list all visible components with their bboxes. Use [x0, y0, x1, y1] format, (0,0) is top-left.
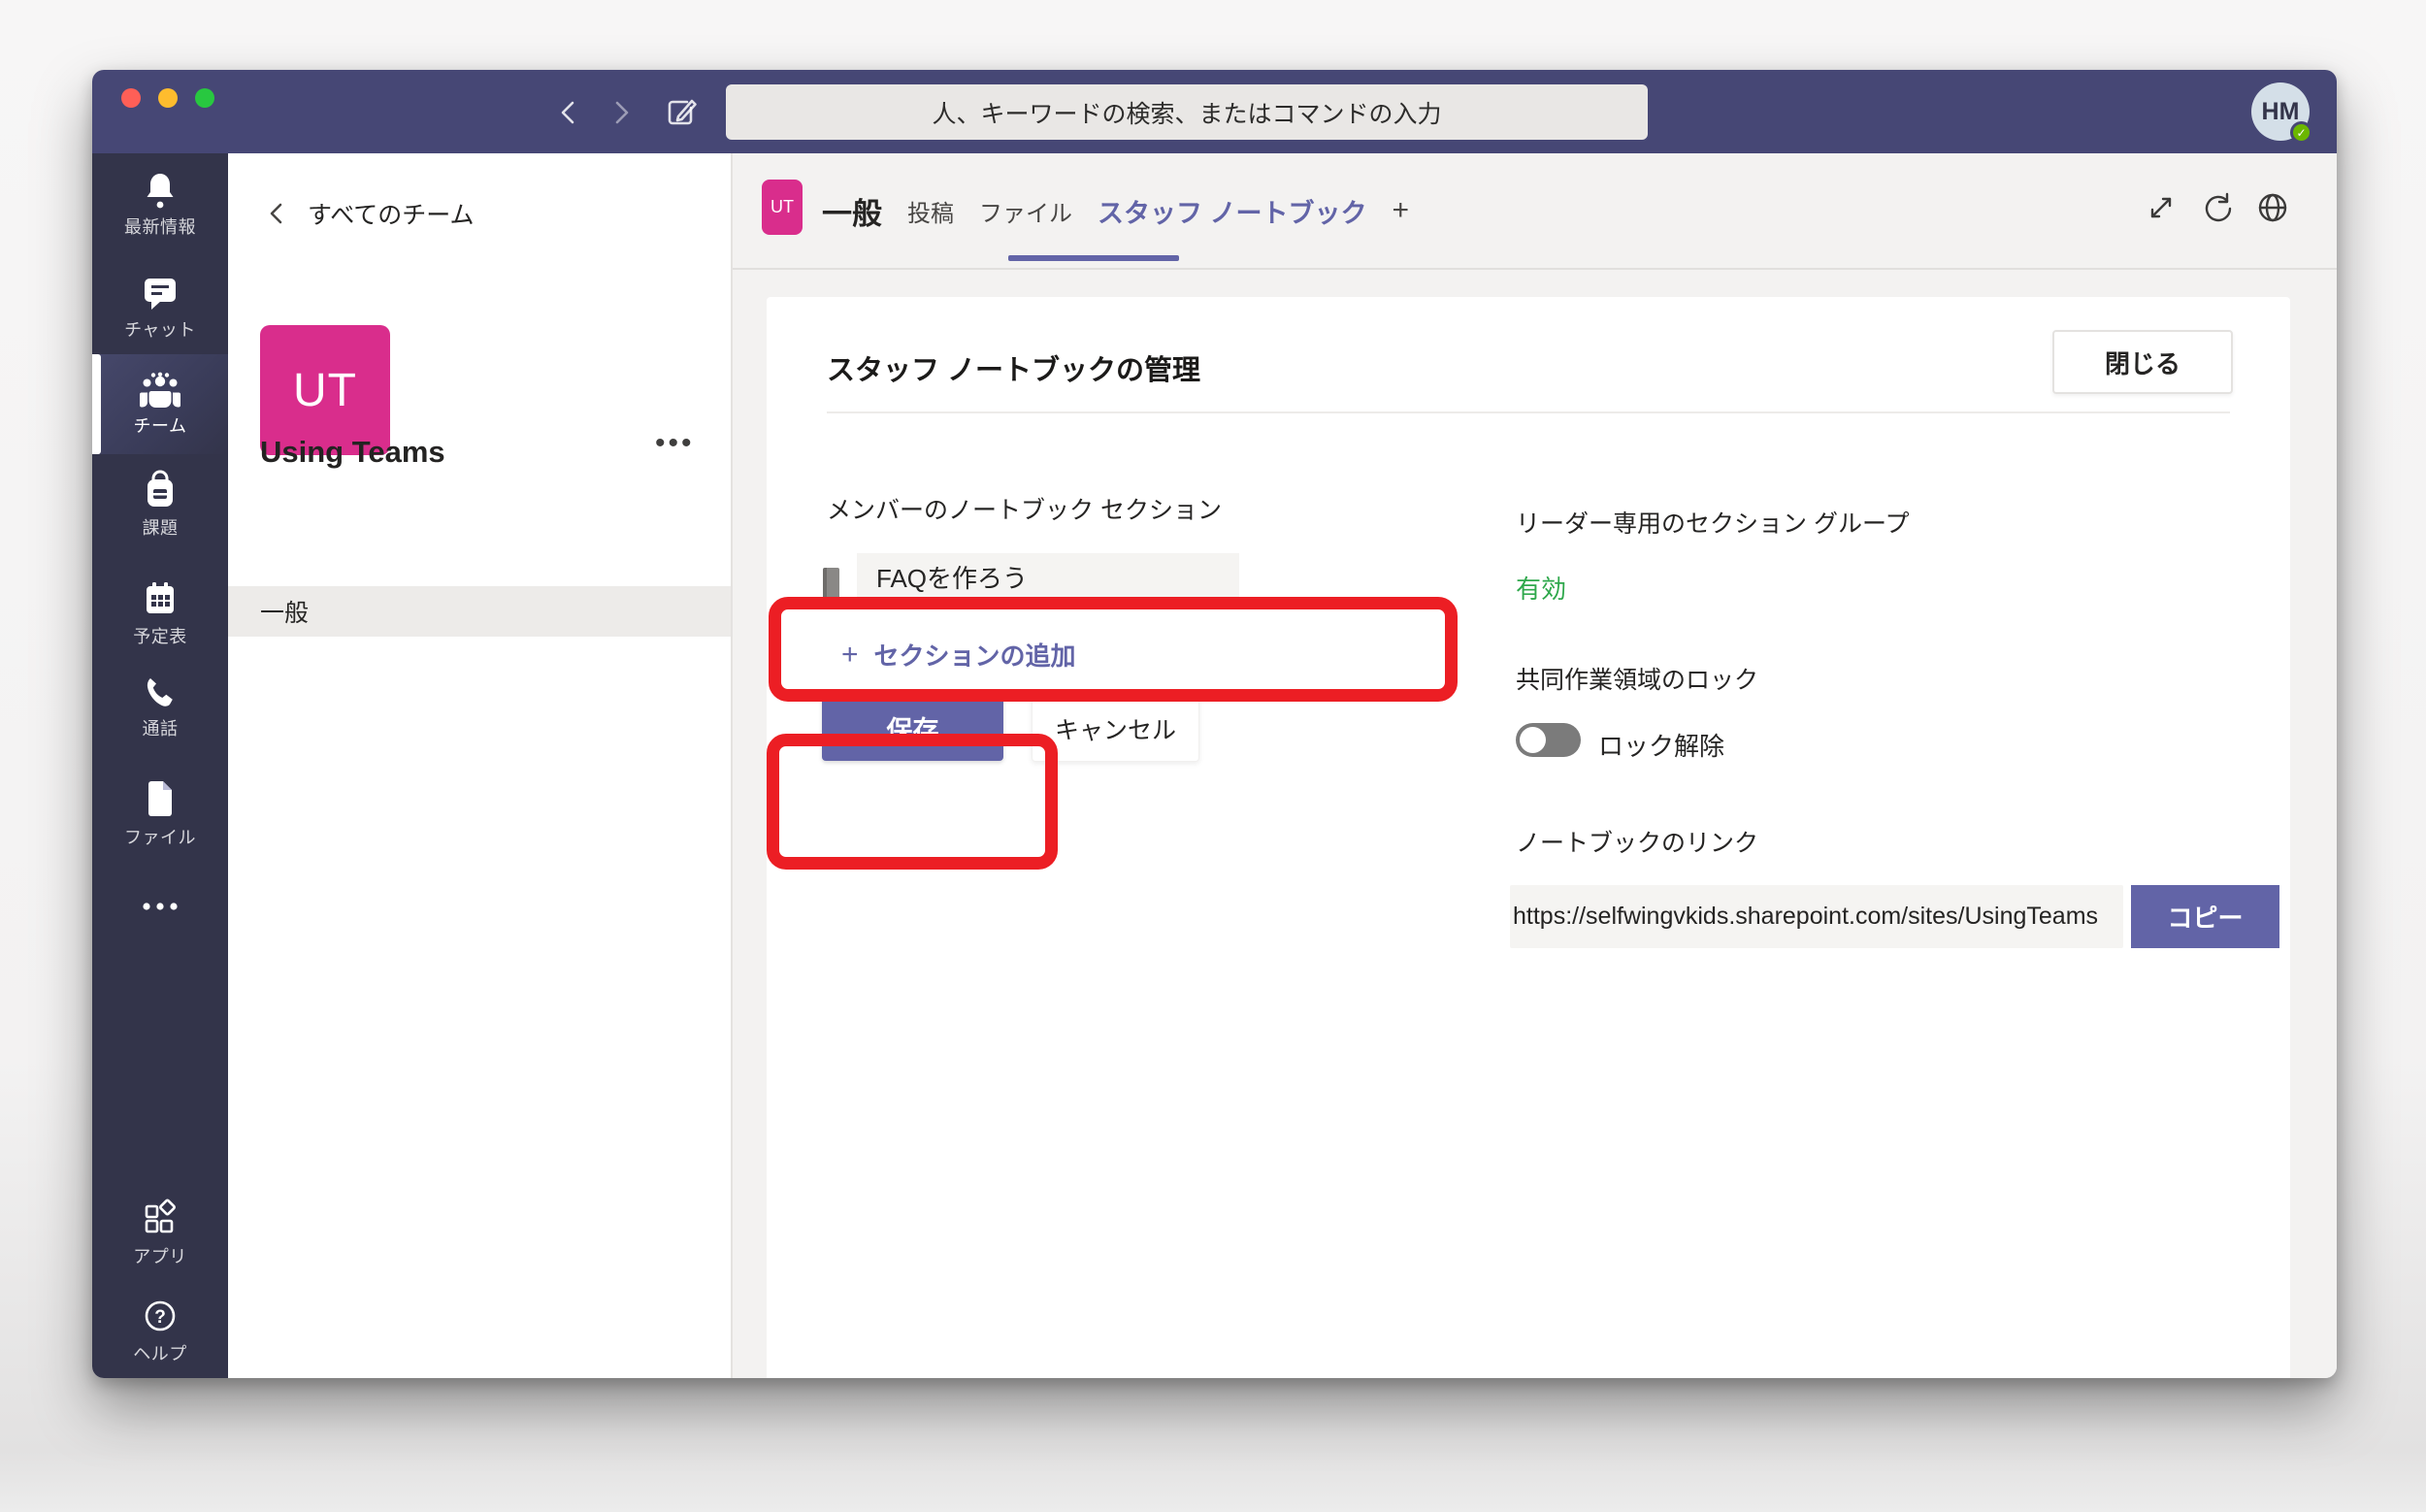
open-in-browser-button[interactable] — [2253, 188, 2292, 227]
add-section-link[interactable]: + セクションの追加 — [841, 637, 1076, 673]
rail-item-calendar[interactable]: 予定表 — [92, 578, 228, 648]
cancel-button[interactable]: キャンセル — [1032, 696, 1199, 762]
expand-tab-button[interactable] — [2142, 188, 2180, 227]
close-button[interactable]: 閉じる — [2052, 330, 2233, 394]
bell-icon — [141, 169, 180, 210]
rail-item-teams[interactable]: チーム — [92, 354, 228, 454]
expand-icon — [2146, 192, 2177, 223]
compose-icon — [662, 93, 701, 132]
channel-sidebar: すべてのチーム UT Using Teams ••• 一般 — [228, 153, 733, 1378]
new-chat-button[interactable] — [661, 92, 702, 133]
rail-item-help[interactable]: ? ヘルプ — [92, 1296, 228, 1365]
tab-files[interactable]: ファイル — [979, 194, 1072, 228]
active-indicator — [92, 354, 101, 454]
leader-sections-label: リーダー専用のセクション グループ — [1516, 505, 1909, 540]
channel-item-general[interactable]: 一般 — [228, 586, 731, 637]
add-tab-button[interactable]: + — [1393, 194, 1410, 227]
title-bar: 人、キーワードの検索、またはコマンドの入力 HM ✓ — [92, 70, 2337, 153]
macos-zoom-button[interactable] — [195, 88, 214, 108]
user-avatar[interactable]: HM ✓ — [2251, 82, 2310, 141]
macos-close-button[interactable] — [121, 88, 141, 108]
rail-item-more[interactable] — [92, 899, 228, 914]
refresh-icon — [2201, 191, 2234, 224]
chevron-right-icon — [608, 98, 634, 127]
notebook-link-label: ノートブックのリンク — [1516, 824, 1758, 859]
phone-icon — [141, 673, 180, 711]
toggle-knob — [1520, 727, 1546, 753]
notebook-section-icon — [823, 568, 839, 600]
channel-badge: UT — [762, 180, 803, 235]
member-sections-label: メンバーのノートブック セクション — [827, 491, 1222, 526]
app-rail: 最新情報 チャット チーム — [92, 153, 228, 1378]
team-more-options-icon[interactable]: ••• — [655, 427, 695, 460]
all-teams-label: すべてのチーム — [308, 196, 475, 231]
chevron-left-icon — [267, 201, 286, 226]
backpack-icon — [141, 470, 180, 510]
rail-item-calls[interactable]: 通話 — [92, 673, 228, 740]
help-icon: ? — [140, 1296, 180, 1336]
lock-toggle-label: ロック解除 — [1598, 727, 1724, 763]
team-name: Using Teams — [260, 435, 445, 470]
rail-item-files[interactable]: ファイル — [92, 777, 228, 849]
tab-channel-name[interactable]: 一般 — [822, 189, 882, 233]
refresh-tab-button[interactable] — [2198, 188, 2237, 227]
calendar-icon — [141, 578, 180, 619]
search-input[interactable]: 人、キーワードの検索、またはコマンドの入力 — [726, 84, 1648, 140]
main-area: UT 一般 投稿 ファイル スタッフ ノートブック + — [733, 153, 2337, 1378]
active-tab-underline — [1008, 255, 1179, 261]
section-name-input[interactable] — [857, 553, 1239, 609]
rail-item-chat[interactable]: チャット — [92, 274, 228, 342]
apps-icon — [140, 1199, 180, 1239]
save-button[interactable]: 保存 — [822, 696, 1003, 761]
ellipsis-icon — [139, 899, 181, 914]
back-to-all-teams[interactable]: すべてのチーム — [267, 196, 475, 231]
rail-item-assignments[interactable]: 課題 — [92, 470, 228, 540]
back-button[interactable] — [548, 92, 589, 133]
rail-item-apps[interactable]: アプリ — [92, 1199, 228, 1268]
tab-strip: UT 一般 投稿 ファイル スタッフ ノートブック + — [733, 153, 2337, 270]
macos-minimize-button[interactable] — [158, 88, 178, 108]
teams-icon — [138, 372, 182, 409]
globe-icon — [2255, 190, 2290, 225]
plus-icon: + — [841, 639, 859, 672]
chat-icon — [140, 274, 180, 312]
file-icon — [141, 777, 180, 820]
tab-staff-notebook[interactable]: スタッフ ノートブック — [1098, 192, 1367, 230]
staff-notebook-panel: スタッフ ノートブックの管理 閉じる メンバーのノートブック セクション + セ… — [767, 297, 2290, 1378]
forward-button[interactable] — [601, 92, 641, 133]
panel-title: スタッフ ノートブックの管理 — [827, 347, 1200, 388]
leader-status-value: 有効 — [1516, 570, 1566, 606]
user-initials: HM — [2262, 98, 2300, 126]
tab-posts[interactable]: 投稿 — [907, 194, 954, 228]
presence-available-icon: ✓ — [2290, 121, 2312, 144]
copy-button[interactable]: コピー — [2131, 885, 2279, 948]
svg-text:?: ? — [154, 1307, 166, 1328]
notebook-link-field[interactable]: https://selfwingvkids.sharepoint.com/sit… — [1510, 885, 2123, 948]
lock-toggle[interactable] — [1516, 723, 1581, 757]
rail-item-activity[interactable]: 最新情報 — [92, 169, 228, 239]
chevron-left-icon — [556, 98, 581, 127]
collaboration-lock-label: 共同作業領域のロック — [1516, 661, 1758, 696]
divider — [827, 411, 2230, 413]
teams-window: 人、キーワードの検索、またはコマンドの入力 HM ✓ 最新情報 チャット — [92, 70, 2337, 1378]
